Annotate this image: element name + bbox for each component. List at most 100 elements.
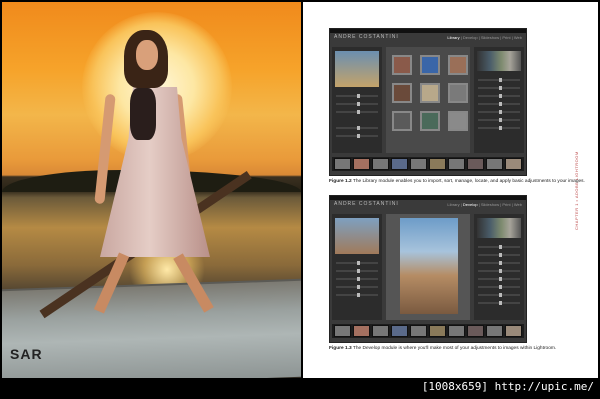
library-module-screenshot: ANDRE COSTANTINI Library | Develop | Sli… — [329, 28, 527, 176]
grid-thumbnail[interactable] — [392, 55, 412, 75]
filmstrip-thumb[interactable] — [391, 158, 408, 170]
grid-thumbnail[interactable] — [420, 83, 440, 103]
filmstrip-thumb[interactable] — [429, 158, 446, 170]
module-slideshow[interactable]: Slideshow — [481, 202, 499, 207]
left-panel — [332, 47, 382, 153]
filmstrip-thumb[interactable] — [391, 325, 408, 337]
right-page: ANDRE COSTANTINI Library | Develop | Sli… — [303, 2, 598, 378]
module-print[interactable]: Print — [502, 202, 510, 207]
filmstrip-thumb[interactable] — [353, 325, 370, 337]
basic-slider[interactable] — [478, 253, 520, 257]
caption-text: The Develop module is where you'll make … — [352, 346, 557, 351]
filmstrip-thumb[interactable] — [410, 158, 427, 170]
filmstrip-thumb[interactable] — [334, 325, 351, 337]
window-titlebar — [330, 196, 526, 200]
develop-photo — [400, 218, 458, 314]
filmstrip-thumb[interactable] — [334, 158, 351, 170]
sunset-portrait-photo: SAR — [2, 2, 301, 378]
face — [136, 40, 158, 70]
filmstrip-thumb[interactable] — [353, 158, 370, 170]
quick-develop-row[interactable] — [478, 118, 520, 122]
basic-slider[interactable] — [478, 293, 520, 297]
quick-develop-row[interactable] — [478, 110, 520, 114]
boat-lettering: SAR — [10, 346, 43, 362]
grid-view — [386, 47, 470, 153]
filmstrip-thumb[interactable] — [429, 325, 446, 337]
grid-thumbnail[interactable] — [420, 111, 440, 131]
grid-thumbnail[interactable] — [448, 55, 468, 75]
module-slideshow[interactable]: Slideshow — [481, 35, 499, 40]
module-develop[interactable]: Develop — [463, 35, 478, 40]
module-picker: Library | Develop | Slideshow | Print | … — [447, 202, 522, 207]
module-web[interactable]: Web — [514, 202, 522, 207]
navigator-preview — [335, 218, 379, 254]
filmstrip-thumb[interactable] — [486, 158, 503, 170]
grid-thumbnail[interactable] — [448, 83, 468, 103]
histogram — [477, 218, 521, 238]
filmstrip — [332, 157, 524, 171]
quick-develop-row[interactable] — [478, 94, 520, 98]
module-develop[interactable]: Develop — [463, 202, 478, 207]
filmstrip-thumb[interactable] — [467, 158, 484, 170]
panel-row[interactable] — [336, 94, 378, 98]
quick-develop-row[interactable] — [478, 78, 520, 82]
dark-top — [130, 88, 156, 140]
filmstrip-thumb[interactable] — [410, 325, 427, 337]
filmstrip-thumb[interactable] — [372, 158, 389, 170]
figure-caption: Figure 1.3 The Develop module is where y… — [329, 346, 556, 351]
develop-module-screenshot: ANDRE COSTANTINI Library | Develop | Sli… — [329, 195, 527, 343]
module-library[interactable]: Library — [447, 35, 459, 40]
filmstrip-thumb[interactable] — [372, 325, 389, 337]
grid-thumbnail[interactable] — [420, 55, 440, 75]
loupe-view — [386, 214, 470, 320]
book-spread: SAR ANDRE COSTANTINI Library | Develop |… — [0, 0, 600, 378]
panel-row[interactable] — [336, 126, 378, 130]
basic-slider[interactable] — [478, 269, 520, 273]
window-titlebar — [330, 29, 526, 33]
basic-slider[interactable] — [478, 301, 520, 305]
caption-text: The Library module enables you to import… — [352, 179, 585, 184]
source-url[interactable]: [1008x659] http://upic.me/ — [422, 380, 594, 393]
panel-row[interactable] — [336, 102, 378, 106]
basic-slider[interactable] — [478, 261, 520, 265]
right-panel — [474, 214, 524, 320]
filmstrip-thumb[interactable] — [486, 325, 503, 337]
left-panel — [332, 214, 382, 320]
identity-plate: ANDRE COSTANTINI — [334, 201, 399, 207]
footer-bar: [1008x659] http://upic.me/ — [0, 378, 600, 399]
filmstrip-thumb[interactable] — [448, 158, 465, 170]
module-picker: Library | Develop | Slideshow | Print | … — [447, 35, 522, 40]
module-print[interactable]: Print — [502, 35, 510, 40]
boat-hull — [2, 280, 301, 378]
preset-row[interactable] — [336, 261, 378, 265]
chapter-running-head: CHAPTER 1 • ADOBE LIGHTROOM — [574, 151, 579, 230]
figure-label: Figure 1.3 — [329, 346, 352, 351]
preset-row[interactable] — [336, 269, 378, 273]
quick-develop-row[interactable] — [478, 102, 520, 106]
module-web[interactable]: Web — [514, 35, 522, 40]
grid-thumbnail[interactable] — [392, 83, 412, 103]
filmstrip-thumb[interactable] — [505, 325, 522, 337]
navigator-preview — [335, 51, 379, 87]
basic-slider[interactable] — [478, 285, 520, 289]
right-panel — [474, 47, 524, 153]
filmstrip-thumb[interactable] — [505, 158, 522, 170]
grid-thumbnail[interactable] — [448, 111, 468, 131]
basic-slider[interactable] — [478, 245, 520, 249]
figure-caption: Figure 1.2 The Library module enables yo… — [329, 179, 585, 184]
basic-slider[interactable] — [478, 277, 520, 281]
filmstrip-thumb[interactable] — [448, 325, 465, 337]
identity-plate: ANDRE COSTANTINI — [334, 34, 399, 40]
preset-row[interactable] — [336, 293, 378, 297]
figure-label: Figure 1.2 — [329, 179, 352, 184]
grid-thumbnail[interactable] — [392, 111, 412, 131]
preset-row[interactable] — [336, 285, 378, 289]
quick-develop-row[interactable] — [478, 86, 520, 90]
quick-develop-row[interactable] — [478, 126, 520, 130]
module-library[interactable]: Library — [447, 202, 459, 207]
preset-row[interactable] — [336, 277, 378, 281]
panel-row[interactable] — [336, 110, 378, 114]
filmstrip-thumb[interactable] — [467, 325, 484, 337]
filmstrip — [332, 324, 524, 338]
panel-row[interactable] — [336, 134, 378, 138]
